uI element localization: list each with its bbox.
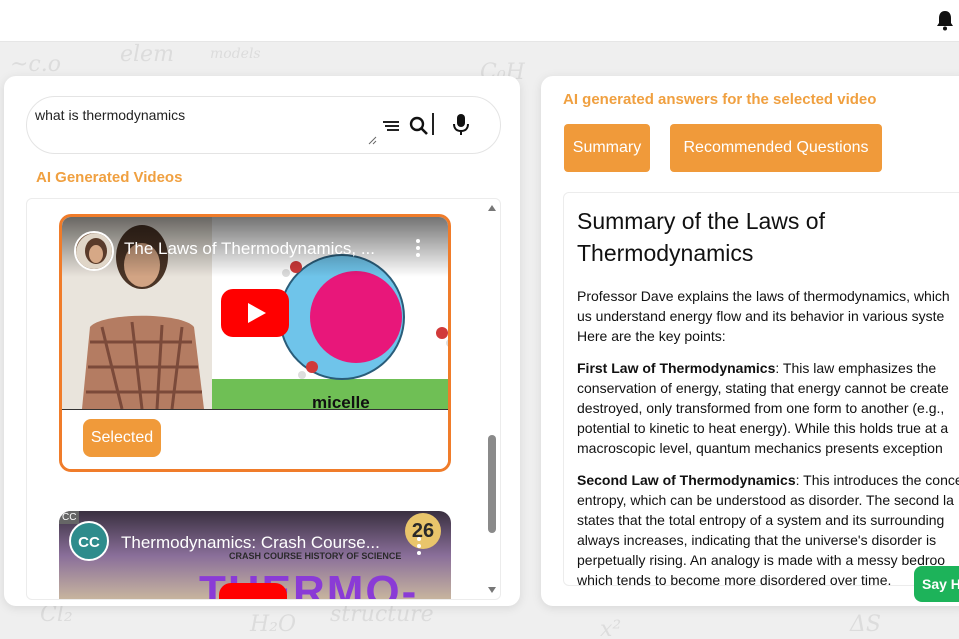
channel-avatar[interactable]: CC xyxy=(69,521,109,561)
video-card-footer: Selected xyxy=(62,409,448,469)
answer-title: Summary of the Laws of Thermodynamics xyxy=(577,208,825,266)
ai-answers-panel: AI generated answers for the selected vi… xyxy=(541,76,959,606)
second-law-line: Second Law of Thermodynamics: This intro… xyxy=(577,470,959,490)
answers-heading: AI generated answers for the selected vi… xyxy=(563,91,877,108)
mic-icon[interactable] xyxy=(452,113,470,137)
search-divider xyxy=(432,113,434,135)
second-law-line: states that the total entropy of a syste… xyxy=(577,512,945,528)
bell-icon[interactable] xyxy=(935,9,955,31)
first-law-line: potential to kinetic to heat energy). Wh… xyxy=(577,420,949,436)
video-card[interactable]: CC CC Thermodynamics: Crash Course... 26… xyxy=(59,511,451,600)
video-title[interactable]: Thermodynamics: Crash Course... xyxy=(121,533,386,553)
scrollbar-thumb[interactable] xyxy=(488,435,496,533)
thumbnail-caption: micelle xyxy=(312,393,370,409)
search-input[interactable]: what is thermodynamics xyxy=(35,107,185,123)
second-law-line: always increases, indicating that the un… xyxy=(577,532,937,548)
search-box[interactable]: what is thermodynamics xyxy=(26,96,501,154)
video-thumbnail[interactable]: CC CC Thermodynamics: Crash Course... 26… xyxy=(59,511,451,600)
first-law-line: conservation of energy, stating that ene… xyxy=(577,380,949,396)
search-icon[interactable] xyxy=(408,115,430,137)
channel-avatar[interactable] xyxy=(74,231,114,271)
play-icon[interactable] xyxy=(221,289,289,337)
second-law-line: perpetually rising. An analogy is made w… xyxy=(577,552,946,568)
cc-tag: CC xyxy=(59,511,80,524)
summary-tab-button[interactable]: Summary xyxy=(564,124,650,172)
videos-section-label: AI Generated Videos xyxy=(36,169,183,186)
second-law-line: which tends to become more disordered ov… xyxy=(577,572,892,586)
first-law-line: destroyed, only transformed from one for… xyxy=(577,400,945,416)
first-law-line: macroscopic level, quantum mechanics pre… xyxy=(577,440,943,456)
episode-badge: 26 xyxy=(405,513,441,549)
top-bar xyxy=(0,0,959,42)
say-hello-button[interactable]: Say H xyxy=(914,566,959,602)
thumbnail-subtitle: CRASH COURSE HISTORY OF SCIENCE xyxy=(229,551,402,561)
video-card-selected[interactable]: micelle The Laws of Thermodynamics, ... xyxy=(59,214,451,472)
video-title[interactable]: The Laws of Thermodynamics, ... xyxy=(124,239,394,259)
more-vert-icon[interactable] xyxy=(416,239,420,257)
intro-line: Here are the key points: xyxy=(577,328,726,344)
recommended-questions-tab-button[interactable]: Recommended Questions xyxy=(670,124,882,172)
video-list-scrollbar[interactable] xyxy=(484,199,500,599)
answer-content[interactable]: Summary of the Laws of Thermodynamics Pr… xyxy=(563,192,959,586)
more-vert-icon[interactable] xyxy=(417,537,421,555)
scroll-up-arrow-icon[interactable] xyxy=(488,205,496,211)
video-thumbnail[interactable]: micelle The Laws of Thermodynamics, ... xyxy=(62,217,448,409)
menu-icon[interactable] xyxy=(383,120,399,132)
selected-button[interactable]: Selected xyxy=(83,419,161,457)
second-law-line: entropy, which can be understood as diso… xyxy=(577,492,954,508)
second-law-label: Second Law of Thermodynamics xyxy=(577,472,796,488)
first-law-line: First Law of Thermodynamics: This law em… xyxy=(577,358,959,378)
video-list[interactable]: micelle The Laws of Thermodynamics, ... xyxy=(26,198,501,600)
intro-line: Professor Dave explains the laws of ther… xyxy=(577,288,950,304)
first-law-text: : This law emphasizes the xyxy=(775,360,937,376)
intro-line: us understand energy flow and its behavi… xyxy=(577,308,945,324)
resize-grip-icon[interactable] xyxy=(367,135,377,145)
video-search-panel: what is thermodynamics AI Generated Vide… xyxy=(4,76,520,606)
scroll-down-arrow-icon[interactable] xyxy=(488,587,496,593)
first-law-label: First Law of Thermodynamics xyxy=(577,360,776,376)
play-icon[interactable] xyxy=(219,583,287,600)
second-law-text: : This introduces the conce xyxy=(795,472,959,488)
